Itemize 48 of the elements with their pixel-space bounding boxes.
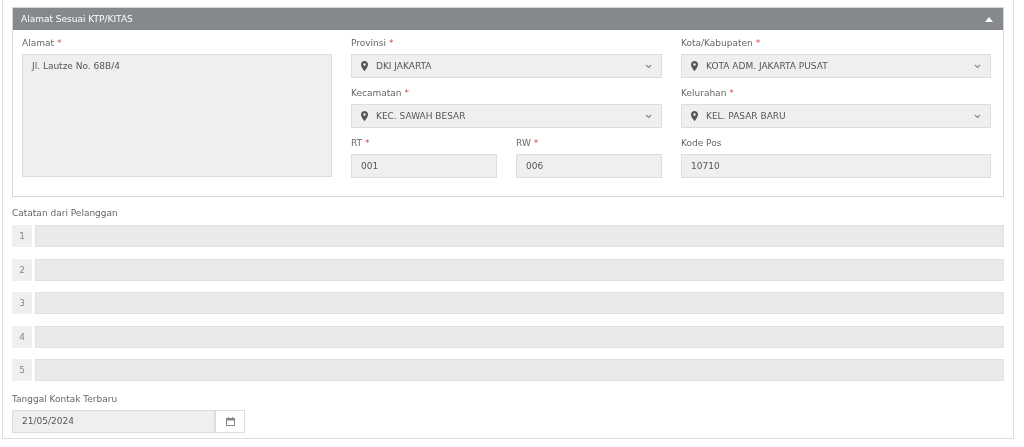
select-field[interactable]: KOTA ADM. JAKARTA PUSAT: [681, 54, 991, 78]
field-label: Alamat: [22, 37, 54, 50]
required-mark: *: [389, 37, 394, 50]
field-label: Kecamatan: [351, 87, 402, 100]
chevron-down-icon: [645, 113, 652, 119]
input-field[interactable]: 001: [351, 154, 497, 178]
field-label: Kode Pos: [681, 137, 722, 150]
field-label: RT: [351, 137, 363, 150]
calendar-icon: [225, 416, 235, 426]
note-input[interactable]: [35, 258, 1004, 281]
address-field[interactable]: Jl. Lautze No. 68B/4: [22, 54, 332, 177]
note-input[interactable]: [35, 292, 1004, 314]
required-mark: *: [404, 87, 409, 100]
date-label: Tanggal Kontak Terbaru: [12, 392, 119, 406]
panel-header[interactable]: Alamat Sesuai KTP/KITAS: [13, 8, 1003, 30]
location-pin-icon: [691, 61, 698, 71]
notes-label: Catatan dari Pelanggan: [12, 207, 119, 220]
required-mark: *: [533, 137, 539, 150]
required-mark: *: [57, 37, 62, 50]
note-input[interactable]: [35, 325, 1004, 348]
chevron-down-icon: [974, 113, 981, 119]
field-label: Kota/Kabupaten: [681, 37, 753, 50]
note-input[interactable]: [35, 225, 1004, 247]
select-field[interactable]: DKI JAKARTA: [351, 54, 662, 78]
field-label: RW: [516, 137, 531, 150]
chevron-down-icon: [974, 63, 981, 69]
input-field[interactable]: 006: [516, 154, 662, 178]
select-field[interactable]: KEC. SAWAH BESAR: [351, 104, 662, 128]
chevron-down-icon: [645, 63, 652, 69]
location-pin-icon: [361, 111, 368, 121]
required-mark: *: [729, 87, 734, 100]
select-field[interactable]: KEL. PASAR BARU: [681, 104, 991, 128]
line-number: 5: [12, 359, 32, 381]
panel-title: Alamat Sesuai KTP/KITAS: [21, 14, 133, 24]
input-field[interactable]: 10710: [681, 154, 991, 178]
required-mark: *: [755, 37, 761, 50]
line-number: 2: [12, 258, 32, 281]
line-number: 1: [12, 225, 32, 247]
field-label: Provinsi: [351, 37, 386, 50]
calendar-button[interactable]: [215, 409, 245, 433]
field-label: Kelurahan: [681, 87, 727, 100]
date-field[interactable]: 21/05/2024: [12, 409, 215, 433]
line-number: 3: [12, 292, 32, 314]
line-number: 4: [12, 325, 32, 348]
note-input[interactable]: [35, 359, 1004, 381]
location-pin-icon: [691, 111, 698, 121]
location-pin-icon: [361, 61, 368, 71]
required-mark: *: [365, 137, 370, 150]
